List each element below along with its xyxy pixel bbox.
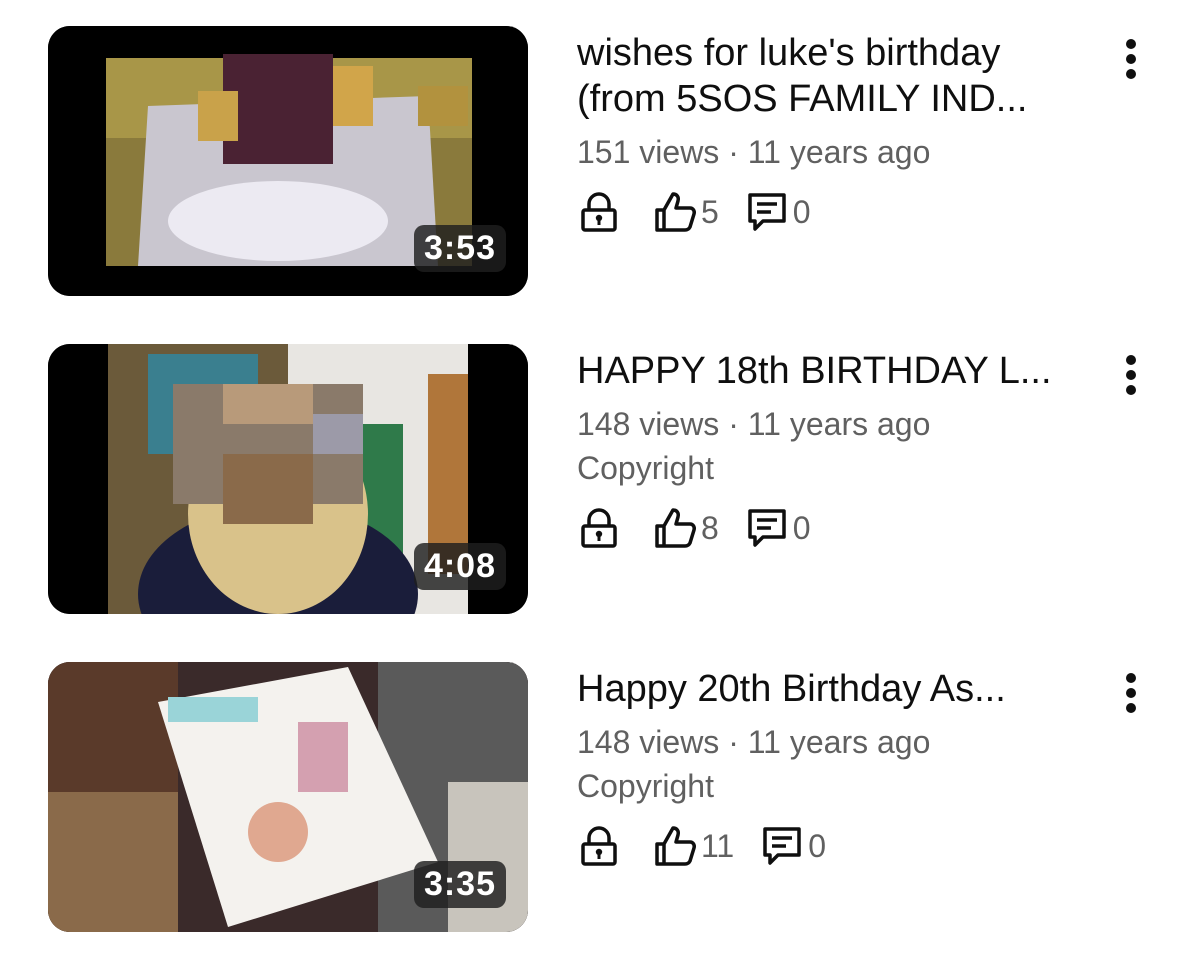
duration-badge: 3:53 [413, 225, 506, 272]
comment-icon [760, 824, 804, 868]
video-stats: 11 0 [577, 822, 1097, 870]
comment-icon [745, 190, 789, 234]
copyright-label: Copyright [577, 768, 714, 804]
lock-icon [577, 506, 621, 550]
comment-count: 0 [808, 827, 827, 864]
views-and-age: 151 views · 11 years ago [577, 134, 931, 170]
like-count: 8 [701, 509, 719, 546]
video-title[interactable]: Happy 20th Birthday As... [577, 662, 1097, 712]
thumbs-up-icon [653, 506, 697, 550]
video-thumbnail[interactable]: 3:35 [48, 662, 528, 932]
like-count: 5 [701, 193, 719, 230]
duration-badge: 4:08 [413, 543, 506, 590]
lock-icon [577, 190, 621, 234]
comment-count: 0 [792, 509, 811, 546]
more-vert-icon[interactable] [1119, 352, 1143, 396]
video-thumbnail[interactable]: 3:53 [48, 26, 528, 296]
like-count: 11 [701, 827, 735, 864]
views-and-age: 148 views · 11 years ago [577, 406, 931, 442]
thumbs-up-icon [653, 190, 697, 234]
video-thumbnail[interactable]: 4:08 [48, 344, 528, 614]
more-vert-icon[interactable] [1119, 36, 1143, 80]
duration-badge: 3:35 [413, 861, 506, 908]
video-stats: 8 0 [577, 504, 1097, 552]
video-stats: 5 0 [577, 188, 1097, 236]
video-row[interactable]: 3:53 wishes for luke's birthday (from 5S… [0, 26, 1179, 296]
copyright-label: Copyright [577, 450, 714, 486]
video-info: HAPPY 18th BIRTHDAY L... 148 views · 11 … [577, 344, 1097, 552]
video-title[interactable]: HAPPY 18th BIRTHDAY L... [577, 344, 1097, 394]
video-title[interactable]: wishes for luke's birthday (from 5SOS FA… [577, 26, 1097, 122]
lock-icon [577, 824, 621, 868]
video-row[interactable]: 3:35 Happy 20th Birthday As... 148 views… [0, 662, 1179, 932]
more-vert-icon[interactable] [1119, 670, 1143, 714]
video-row[interactable]: 4:08 HAPPY 18th BIRTHDAY L... 148 views … [0, 344, 1179, 614]
comment-count: 0 [792, 193, 811, 230]
thumbs-up-icon [653, 824, 697, 868]
video-info: Happy 20th Birthday As... 148 views · 11… [577, 662, 1097, 870]
video-info: wishes for luke's birthday (from 5SOS FA… [577, 26, 1097, 236]
comment-icon [745, 506, 789, 550]
views-and-age: 148 views · 11 years ago [577, 724, 931, 760]
